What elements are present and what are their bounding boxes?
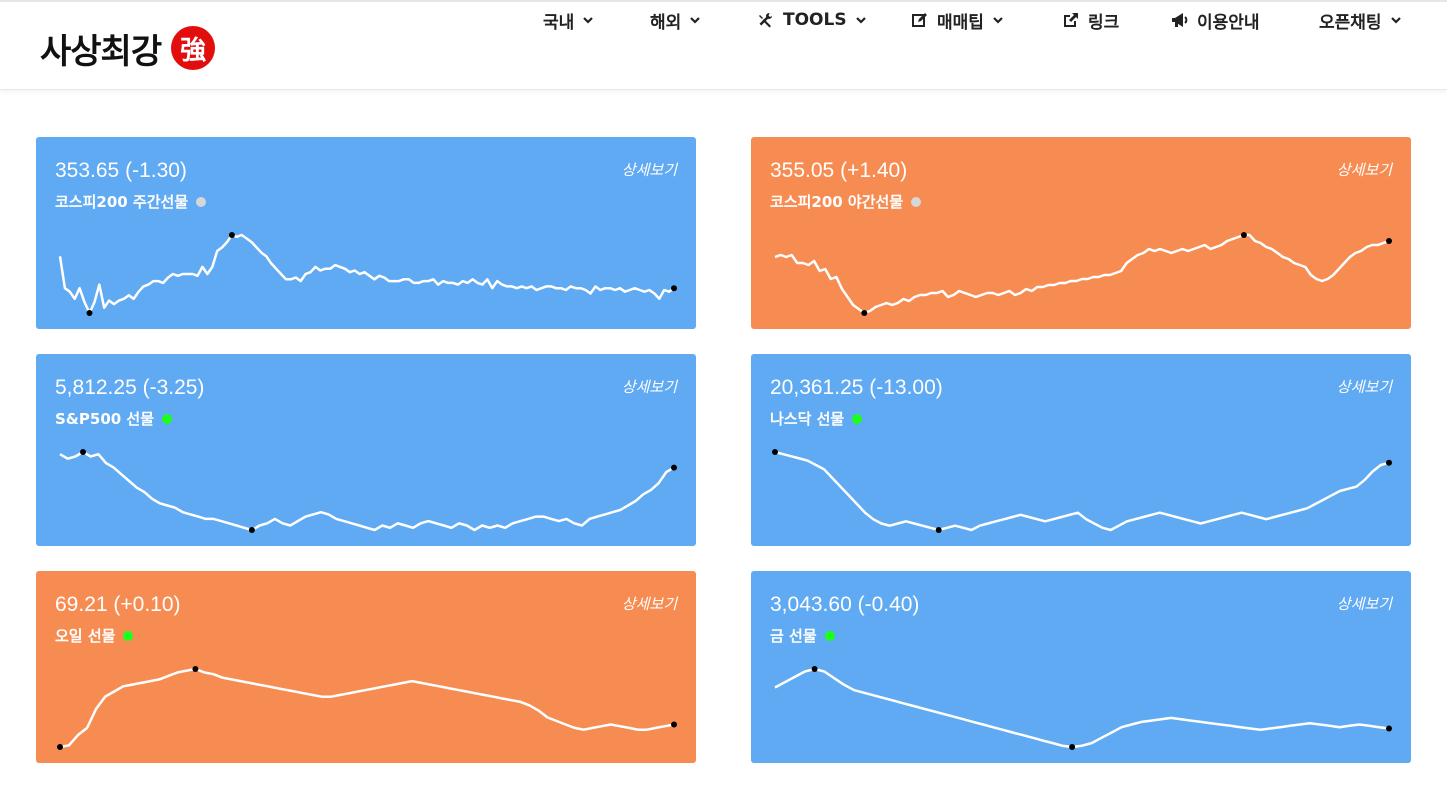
nav-item-5[interactable]: 링크	[1062, 2, 1119, 38]
last-marker	[671, 464, 677, 471]
last-marker	[1386, 725, 1392, 732]
sparkline-chart	[772, 449, 1392, 533]
last-marker	[1386, 459, 1392, 466]
max-marker	[192, 666, 199, 672]
instrument-name: 코스피200 야간선물	[770, 193, 904, 211]
min-marker	[86, 310, 93, 316]
nav-item-1[interactable]: 국내	[543, 2, 596, 38]
price-value: 20,361.25 (-13.00)	[770, 376, 943, 399]
min-marker	[861, 310, 868, 316]
sparkline-path	[58, 233, 675, 315]
status-dot	[824, 630, 835, 641]
chevron-down-icon	[855, 13, 869, 27]
instrument-label: 코스피200 야간선물	[770, 191, 922, 212]
site-header: 사상최강 強 국내 해외 TOOLS 매매팁 링크 이용안내 오픈채팅	[0, 0, 1447, 90]
price-value: 3,043.60 (-0.40)	[770, 593, 920, 616]
instrument-name: S&P500 선물	[55, 410, 155, 428]
sparkline-chart	[774, 232, 1392, 316]
detail-link[interactable]: 상세보기	[1337, 376, 1392, 397]
tools-icon	[757, 11, 775, 29]
instrument-name: 코스피200 주간선물	[55, 193, 189, 211]
min-marker	[248, 527, 255, 533]
nav-item-label: 링크	[1088, 12, 1120, 33]
instrument-label: S&P500 선물	[55, 408, 173, 429]
min-marker	[57, 744, 63, 750]
price-value: 355.05 (+1.40)	[770, 159, 908, 182]
instrument-label: 금 선물	[770, 625, 835, 646]
market-card-1[interactable]: 353.65 (-1.30) 코스피200 주간선물 상세보기	[36, 137, 696, 329]
price-value: 69.21 (+0.10)	[55, 593, 181, 616]
last-marker	[671, 721, 677, 728]
sparkline-chart	[58, 232, 677, 316]
market-card-3[interactable]: 5,812.25 (-3.25) S&P500 선물 상세보기	[36, 354, 696, 546]
detail-link[interactable]: 상세보기	[622, 376, 677, 397]
sparkline-chart	[59, 449, 677, 533]
logo-seal: 強	[171, 26, 216, 70]
external-link-icon	[1062, 11, 1080, 29]
max-marker	[811, 666, 818, 672]
max-marker	[1240, 232, 1247, 238]
nav-item-label: 국내	[543, 12, 575, 33]
status-dot	[852, 413, 863, 424]
instrument-label: 나스닥 선물	[770, 408, 863, 429]
price-value: 5,812.25 (-3.25)	[55, 376, 205, 399]
min-marker	[935, 527, 942, 533]
min-marker	[1069, 744, 1076, 750]
nav-item-3[interactable]: TOOLS	[757, 2, 869, 38]
nav-item-label: 이용안내	[1197, 12, 1260, 33]
chevron-down-icon	[689, 13, 703, 27]
sparkline-path	[774, 450, 1390, 532]
logo-text: 사상최강	[40, 31, 162, 72]
status-dot	[911, 196, 922, 207]
sparkline-path	[59, 667, 675, 749]
market-card-4[interactable]: 20,361.25 (-13.00) 나스닥 선물 상세보기	[751, 354, 1411, 546]
nav-item-label: TOOLS	[783, 10, 847, 30]
instrument-name: 오일 선물	[55, 627, 116, 645]
market-card-5[interactable]: 69.21 (+0.10) 오일 선물 상세보기	[36, 571, 696, 763]
site-logo[interactable]: 사상최강 強	[40, 24, 216, 72]
detail-link[interactable]: 상세보기	[1337, 593, 1392, 614]
instrument-label: 오일 선물	[55, 625, 134, 646]
chevron-down-icon	[1390, 13, 1404, 27]
max-marker	[80, 449, 86, 455]
sparkline-chart	[57, 666, 677, 750]
instrument-label: 코스피200 주간선물	[55, 191, 207, 212]
megaphone-icon	[1171, 11, 1189, 29]
edit-icon	[911, 11, 929, 29]
sparkline-path	[774, 233, 1390, 315]
detail-link[interactable]: 상세보기	[1337, 159, 1392, 180]
status-dot	[162, 413, 173, 424]
max-marker	[228, 232, 235, 238]
detail-link[interactable]: 상세보기	[622, 593, 677, 614]
chevron-down-icon	[992, 13, 1006, 27]
max-marker	[772, 449, 778, 455]
nav-item-2[interactable]: 해외	[650, 2, 703, 38]
nav-item-label: 매매팁	[937, 12, 984, 33]
instrument-name: 나스닥 선물	[770, 410, 845, 428]
status-dot	[123, 630, 134, 641]
sparkline-chart	[774, 666, 1392, 750]
market-card-6[interactable]: 3,043.60 (-0.40) 금 선물 상세보기	[751, 571, 1411, 763]
nav-item-7[interactable]: 오픈채팅	[1319, 2, 1404, 38]
nav-item-label: 해외	[650, 12, 682, 33]
chevron-down-icon	[582, 13, 596, 27]
last-marker	[671, 285, 677, 292]
instrument-name: 금 선물	[770, 627, 817, 645]
market-card-2[interactable]: 355.05 (+1.40) 코스피200 야간선물 상세보기	[751, 137, 1411, 329]
nav-item-4[interactable]: 매매팁	[911, 2, 1006, 38]
sparkline-path	[774, 667, 1390, 749]
last-marker	[1386, 238, 1392, 244]
status-dot	[196, 196, 207, 207]
price-value: 353.65 (-1.30)	[55, 159, 187, 182]
sparkline-path	[59, 450, 675, 532]
nav-item-label: 오픈채팅	[1319, 12, 1382, 33]
detail-link[interactable]: 상세보기	[622, 159, 677, 180]
nav-item-6[interactable]: 이용안내	[1171, 2, 1260, 38]
